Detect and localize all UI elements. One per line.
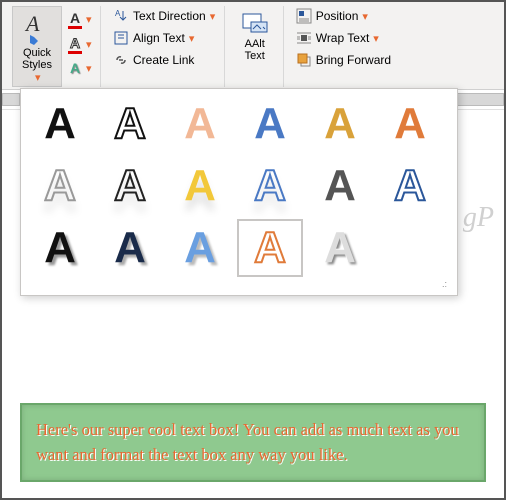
position-button[interactable]: Position ▾ [292,6,395,26]
text-direction-button[interactable]: A Text Direction ▾ [109,6,218,26]
alt-text-button[interactable]: AAltText [233,6,277,62]
arrange-group: Position ▾ Wrap Text ▾ Bring Forward [286,6,401,87]
style-outline-gray-reflect[interactable]: A [27,157,93,215]
create-link-button[interactable]: Create Link [109,50,218,70]
sample-textbox[interactable]: Here's our super cool text box! You can … [20,403,486,482]
text-fill-button[interactable]: A ▾ [64,8,94,31]
style-fill-blue[interactable]: A [237,95,303,153]
chevron-down-icon: ▾ [189,32,193,45]
style-fill-orange[interactable]: A [377,95,443,153]
chevron-down-icon: ▾ [86,62,90,75]
accessibility-group: AAltText [227,6,284,87]
text-direction-icon: A [113,8,129,24]
align-text-icon [113,30,129,46]
style-outline-blue-reflect[interactable]: A [237,157,303,215]
bring-forward-button[interactable]: Bring Forward [292,50,395,70]
text-effects-icon: A [68,60,82,76]
text-fill-icon: A [68,10,82,29]
chevron-down-icon: ▾ [373,32,377,45]
style-shadow-darkblue[interactable]: A [97,219,163,277]
wrap-text-label: Wrap Text [316,31,370,45]
link-icon [113,52,129,68]
text-direction-label: Text Direction [133,9,206,23]
text-group: A Text Direction ▾ Align Text ▾ Create L… [103,6,225,87]
chevron-down-icon: ▾ [362,10,366,23]
text-outline-icon: A [68,35,82,54]
svg-text:A: A [115,9,121,18]
svg-text:A: A [24,11,40,36]
style-fill-yellow-reflect[interactable]: A [167,157,233,215]
align-text-label: Align Text [133,31,185,45]
bring-forward-icon [296,52,312,68]
style-shadow-skyblue[interactable]: A [167,219,233,277]
style-shadow-black[interactable]: A [27,219,93,277]
quick-styles-icon: A [22,11,52,45]
text-effects-button[interactable]: A ▾ [64,58,94,78]
quick-styles-gallery: A A A A A A A A A A A A A A A A A .: [20,88,458,296]
quick-styles-button[interactable]: A Quick Styles ▾ [12,6,62,87]
alt-text-icon [241,10,269,36]
style-outline-orange[interactable]: A [237,219,303,277]
chevron-down-icon: ▾ [210,10,214,23]
style-fill-gold[interactable]: A [307,95,373,153]
watermark-text: gP [463,202,494,234]
style-fill-peach[interactable]: A [167,95,233,153]
style-outline-black[interactable]: A [97,95,163,153]
style-bevel-gray[interactable]: A [307,219,373,277]
style-plain-black[interactable]: A [27,95,93,153]
position-label: Position [316,9,359,23]
alt-text-label: AAltText [245,38,265,62]
position-icon [296,8,312,24]
chevron-down-icon: ▾ [86,13,90,26]
ribbon-toolbar: A Quick Styles ▾ A ▾ A ▾ A ▾ [2,2,504,90]
wordart-styles-group: A Quick Styles ▾ A ▾ A ▾ A ▾ [6,6,101,87]
wrap-text-icon [296,30,312,46]
style-outline-darkblue[interactable]: A [377,157,443,215]
create-link-label: Create Link [133,53,194,67]
style-outline-black-reflect[interactable]: A [97,157,163,215]
chevron-down-icon: ▾ [86,38,90,51]
textbox-content: Here's our super cool text box! You can … [36,420,459,465]
chevron-down-icon: ▾ [35,71,39,84]
gallery-expand-handle[interactable]: .: [27,277,451,289]
style-fill-darkgray[interactable]: A [307,157,373,215]
align-text-button[interactable]: Align Text ▾ [109,28,218,48]
quick-styles-label: Quick Styles [15,47,59,71]
text-outline-button[interactable]: A ▾ [64,33,94,56]
wrap-text-button[interactable]: Wrap Text ▾ [292,28,395,48]
bring-forward-label: Bring Forward [316,53,391,67]
